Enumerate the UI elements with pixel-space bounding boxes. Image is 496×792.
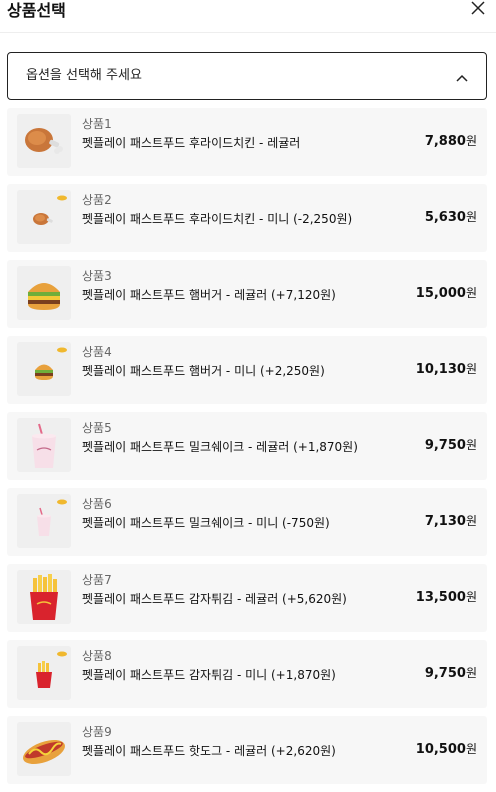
item-name: 펫플레이 패스트푸드 감자튀김 - 미니 (+1,870원) <box>82 668 336 682</box>
item-name: 펫플레이 패스트푸드 감자튀김 - 레귤러 (+5,620원) <box>82 592 347 606</box>
fried-chicken-mini-icon <box>17 190 71 244</box>
item-price: 13,500원 <box>415 590 477 605</box>
item-number: 상품5 <box>82 421 112 435</box>
list-item[interactable]: 상품2 펫플레이 패스트푸드 후라이드치킨 - 미니 (-2,250원) 5,6… <box>7 184 487 252</box>
item-number: 상품8 <box>82 649 112 663</box>
item-price: 9,750원 <box>424 438 477 453</box>
french-fries-mini-icon <box>17 646 71 700</box>
list-item[interactable]: 상품5 펫플레이 패스트푸드 밀크쉐이크 - 레귤러 (+1,870원) 9,7… <box>7 412 487 480</box>
item-name: 펫플레이 패스트푸드 후라이드치킨 - 레귤러 <box>82 136 301 150</box>
item-name: 펫플레이 패스트푸드 밀크쉐이크 - 레귤러 (+1,870원) <box>82 440 358 454</box>
item-price: 7,880원 <box>424 134 477 149</box>
modal-header: 상품선택 <box>0 0 496 33</box>
item-number: 상품1 <box>82 117 112 131</box>
item-name: 펫플레이 패스트푸드 햄버거 - 레귤러 (+7,120원) <box>82 288 336 302</box>
milkshake-mini-icon <box>17 494 71 548</box>
chevron-up-icon <box>456 70 468 82</box>
item-number: 상품9 <box>82 725 112 739</box>
item-number: 상품7 <box>82 573 112 587</box>
item-price: 5,630원 <box>424 210 477 225</box>
item-price: 7,130원 <box>424 514 477 529</box>
list-item[interactable]: 상품4 펫플레이 패스트푸드 햄버거 - 미니 (+2,250원) 10,130… <box>7 336 487 404</box>
list-item[interactable]: 상품3 펫플레이 패스트푸드 햄버거 - 레귤러 (+7,120원) 15,00… <box>7 260 487 328</box>
item-number: 상품4 <box>82 345 112 359</box>
list-item[interactable]: 상품8 펫플레이 패스트푸드 감자튀김 - 미니 (+1,870원) 9,750… <box>7 640 487 708</box>
french-fries-icon <box>17 570 71 624</box>
item-price: 10,130원 <box>415 362 477 377</box>
item-name: 펫플레이 패스트푸드 핫도그 - 레귤러 (+2,620원) <box>82 744 336 758</box>
item-name: 펫플레이 패스트푸드 밀크쉐이크 - 미니 (-750원) <box>82 516 330 530</box>
option-select-placeholder: 옵션을 선택해 주세요 <box>26 68 142 83</box>
item-price: 10,500원 <box>415 742 477 757</box>
fried-chicken-icon <box>17 114 71 168</box>
item-number: 상품6 <box>82 497 112 511</box>
option-list: 상품1 펫플레이 패스트푸드 후라이드치킨 - 레귤러 7,880원 상품2 펫… <box>7 108 487 792</box>
list-item[interactable]: 상품1 펫플레이 패스트푸드 후라이드치킨 - 레귤러 7,880원 <box>7 108 487 176</box>
milkshake-icon <box>17 418 71 472</box>
item-number: 상품3 <box>82 269 112 283</box>
option-select[interactable]: 옵션을 선택해 주세요 <box>7 52 487 100</box>
item-price: 15,000원 <box>415 286 477 301</box>
list-item[interactable]: 상품7 펫플레이 패스트푸드 감자튀김 - 레귤러 (+5,620원) 13,5… <box>7 564 487 632</box>
item-name: 펫플레이 패스트푸드 햄버거 - 미니 (+2,250원) <box>82 364 325 378</box>
item-number: 상품2 <box>82 193 112 207</box>
page-title: 상품선택 <box>7 1 66 20</box>
item-name: 펫플레이 패스트푸드 후라이드치킨 - 미니 (-2,250원) <box>82 212 353 226</box>
hotdog-icon <box>17 722 71 776</box>
list-item[interactable]: 상품6 펫플레이 패스트푸드 밀크쉐이크 - 미니 (-750원) 7,130원 <box>7 488 487 556</box>
close-icon[interactable] <box>470 0 486 16</box>
item-price: 9,750원 <box>424 666 477 681</box>
hamburger-icon <box>17 266 71 320</box>
list-item[interactable]: 상품9 펫플레이 패스트푸드 핫도그 - 레귤러 (+2,620원) 10,50… <box>7 716 487 784</box>
hamburger-mini-icon <box>17 342 71 396</box>
